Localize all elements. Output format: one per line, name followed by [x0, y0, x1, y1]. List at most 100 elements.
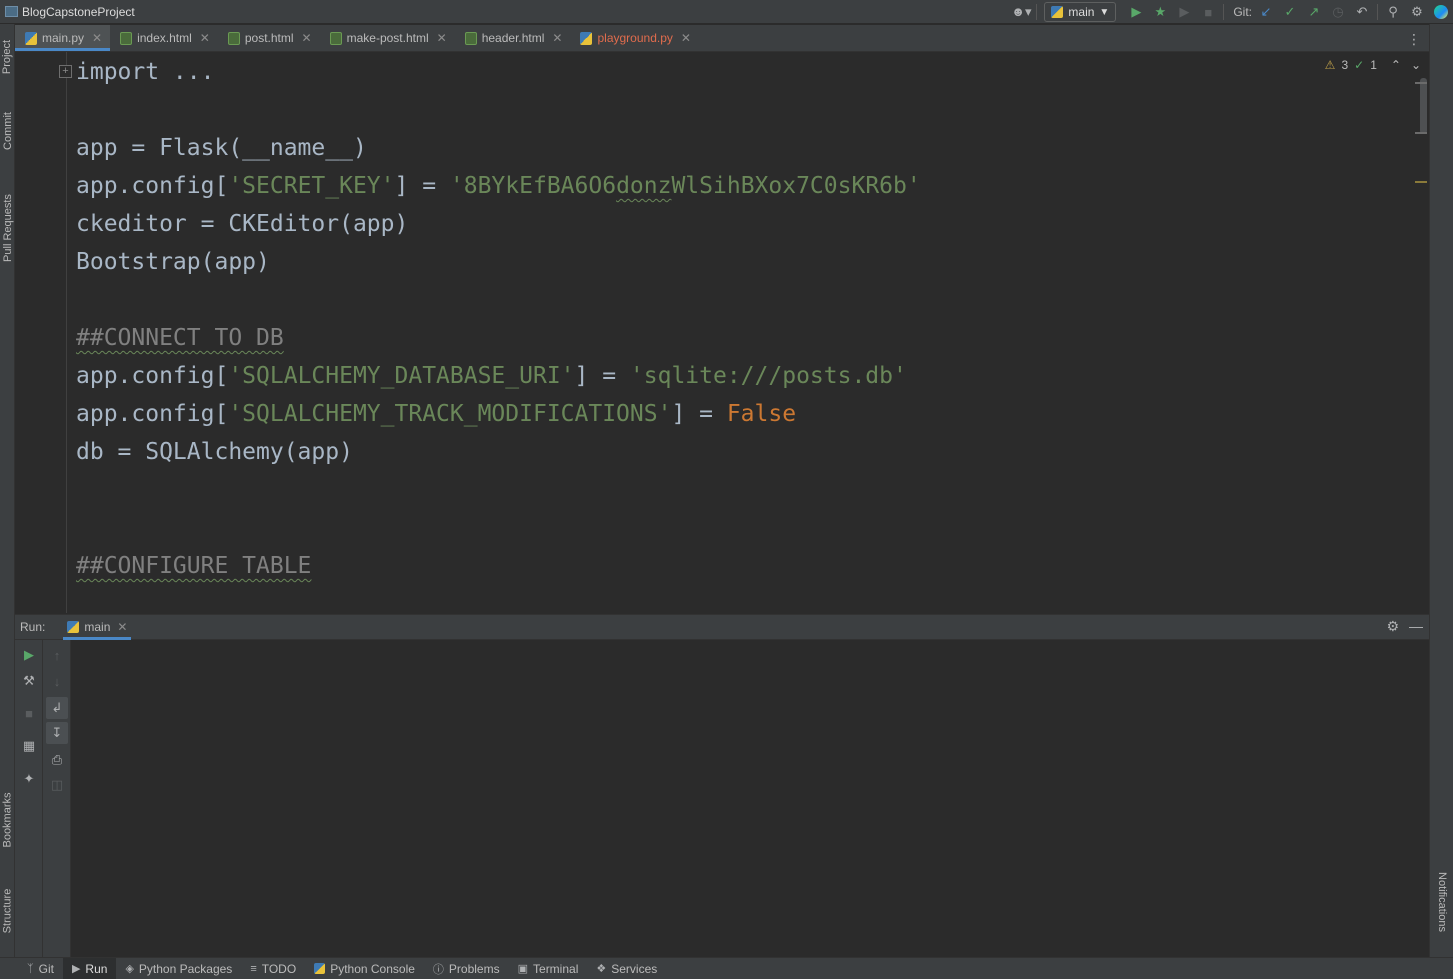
- commit-tool-tab[interactable]: Commit: [0, 100, 15, 162]
- vertical-scrollbar[interactable]: [1420, 78, 1427, 134]
- close-icon[interactable]: ✕: [552, 31, 562, 45]
- python-file-icon: [580, 31, 593, 45]
- keyword: False: [726, 401, 797, 427]
- todo-icon: ≡: [250, 962, 257, 975]
- wrench-icon[interactable]: ⚒: [18, 670, 40, 692]
- close-icon[interactable]: ✕: [681, 31, 691, 45]
- search-icon[interactable]: ⚲: [1381, 1, 1405, 23]
- check-icon: ✓: [1354, 58, 1365, 72]
- tab-index-html[interactable]: index.html ✕: [110, 25, 218, 51]
- structure-tool-label: Structure: [1, 888, 14, 934]
- tool-git[interactable]: ᛉ Git: [18, 958, 63, 979]
- toolbar-separator: [1036, 4, 1038, 20]
- tool-label: Run: [85, 961, 108, 976]
- ok-count: 1: [1370, 58, 1377, 72]
- close-icon[interactable]: ✕: [200, 31, 210, 45]
- main-toolbar: ☻▾ main ▼ ▶ ★ ▶ ■ Git: ↙ ✓ ↗ ◷ ↶ ⚲ ⚙: [1009, 0, 1453, 24]
- services-icon: ❖: [596, 963, 607, 975]
- code-text: import ...: [76, 59, 215, 85]
- stripe-mark[interactable]: [1415, 82, 1427, 84]
- tool-label: Python Packages: [138, 961, 233, 976]
- git-push-icon[interactable]: ↗: [1302, 1, 1326, 23]
- close-icon[interactable]: ✕: [117, 620, 127, 634]
- tab-main-py[interactable]: main.py ✕: [15, 25, 111, 51]
- tab-header-html[interactable]: header.html ✕: [455, 25, 571, 51]
- tab-post-html[interactable]: post.html ✕: [218, 25, 320, 51]
- stripe-mark[interactable]: [1415, 181, 1427, 183]
- stop-icon[interactable]: ■: [1196, 1, 1220, 23]
- gear-icon[interactable]: ⚙: [1386, 618, 1399, 635]
- run-config-combo[interactable]: main ▼: [1044, 2, 1117, 22]
- user-icon[interactable]: ☻▾: [1009, 1, 1033, 23]
- close-icon[interactable]: ✕: [302, 31, 312, 45]
- string-literal: 'sqlite:///posts.db': [629, 363, 907, 389]
- arrow-up-icon[interactable]: ↑: [46, 644, 68, 666]
- code-line: Bootstrap(app): [76, 247, 270, 277]
- git-rollback-icon[interactable]: ↶: [1350, 1, 1374, 23]
- previous-highlight-icon[interactable]: ⌃: [1391, 58, 1401, 72]
- warning-count: 3: [1341, 58, 1349, 72]
- git-commit-icon[interactable]: ✓: [1278, 1, 1302, 23]
- inspection-widget[interactable]: ⚠ 3 ✓ 1 ⌃ ⌄: [1325, 58, 1421, 72]
- code-line: ckeditor = CKEditor(app): [76, 209, 408, 239]
- debug-icon[interactable]: ★: [1148, 1, 1172, 23]
- error-stripe[interactable]: [1415, 52, 1429, 613]
- git-label: Git:: [1233, 5, 1252, 19]
- layout-icon[interactable]: ▦: [18, 735, 40, 757]
- run-icon[interactable]: ▶: [1124, 1, 1148, 23]
- run-tab-label: main: [84, 620, 111, 634]
- gear-icon[interactable]: ⚙: [1405, 1, 1429, 23]
- pull-requests-tool-tab[interactable]: Pull Requests: [0, 182, 15, 274]
- scroll-to-end-icon[interactable]: ↧: [46, 722, 68, 744]
- tool-problems[interactable]: ⓘ Problems: [424, 958, 509, 979]
- tab-make-post-html[interactable]: make-post.html ✕: [320, 25, 455, 51]
- coverage-icon[interactable]: ▶: [1172, 1, 1196, 23]
- tab-label: make-post.html: [346, 31, 429, 45]
- minimize-icon[interactable]: —: [1409, 618, 1423, 635]
- tool-services[interactable]: ❖ Services: [587, 958, 666, 979]
- editor-tabs: main.py ✕ index.html ✕ post.html ✕ make-…: [15, 25, 1429, 52]
- jetbrains-ide-icon[interactable]: [1429, 1, 1453, 23]
- rerun-icon[interactable]: ▶: [18, 644, 40, 666]
- trash-icon[interactable]: ◫: [46, 774, 68, 796]
- project-name[interactable]: BlogCapstoneProject: [22, 5, 135, 19]
- pin-icon[interactable]: ✦: [18, 768, 40, 790]
- more-tabs-icon[interactable]: ⋮: [1407, 31, 1421, 48]
- fold-expand-icon[interactable]: +: [59, 65, 72, 78]
- soft-wrap-icon[interactable]: ↲: [46, 697, 68, 719]
- code-editor[interactable]: + ⚠ 3 ✓ 1 ⌃ ⌄ import ... app = Flask(__n…: [15, 52, 1429, 613]
- tool-label: Git: [38, 961, 54, 976]
- tool-python-packages[interactable]: ◈ Python Packages: [116, 958, 241, 979]
- tool-todo[interactable]: ≡ TODO: [241, 958, 305, 979]
- project-tool-tab[interactable]: Project: [0, 30, 15, 84]
- run-console[interactable]: ▶ ⚒ ■ ▦ ✦ ↑ ↓ ↲ ↧ ⎙ ◫: [15, 640, 1429, 957]
- bookmarks-tool-tab[interactable]: Bookmarks: [0, 782, 15, 858]
- print-icon[interactable]: ⎙: [46, 749, 68, 771]
- code-text: ] =: [574, 363, 630, 389]
- stop-icon[interactable]: ■: [18, 702, 40, 724]
- notifications-tool-tab[interactable]: Notifications: [1430, 862, 1453, 942]
- tab-playground-py[interactable]: playground.py ✕: [570, 25, 698, 51]
- git-update-icon[interactable]: ↙: [1254, 1, 1278, 23]
- tool-label: TODO: [261, 961, 297, 976]
- chevron-down-icon: ▼: [1099, 6, 1110, 18]
- tool-label: Python Console: [330, 961, 415, 976]
- close-icon[interactable]: ✕: [437, 31, 447, 45]
- tool-python-console[interactable]: Python Console: [305, 958, 424, 979]
- comment-text: ##CONNECT TO DB: [76, 325, 284, 351]
- close-icon[interactable]: ✕: [92, 31, 102, 45]
- string-literal: 'SECRET_KEY': [228, 173, 395, 199]
- gutter-divider: [66, 52, 67, 613]
- string-literal: 'SQLALCHEMY_TRACK_MODIFICATIONS': [228, 401, 672, 427]
- tool-run[interactable]: ▶ Run: [62, 957, 117, 979]
- structure-tool-tab[interactable]: Structure: [0, 876, 15, 946]
- run-panel-header: Run: main ✕ ⚙ —: [15, 614, 1429, 640]
- arrow-down-icon[interactable]: ↓: [46, 670, 68, 692]
- stripe-mark[interactable]: [1415, 132, 1427, 134]
- run-tab-main[interactable]: main ✕: [63, 614, 132, 640]
- terminal-icon: ▣: [517, 963, 529, 975]
- git-history-icon[interactable]: ◷: [1326, 1, 1350, 23]
- python-file-icon: [25, 31, 37, 45]
- run-toolbar-primary: ▶ ⚒ ■ ▦ ✦: [15, 640, 43, 957]
- tool-terminal[interactable]: ▣ Terminal: [509, 958, 588, 979]
